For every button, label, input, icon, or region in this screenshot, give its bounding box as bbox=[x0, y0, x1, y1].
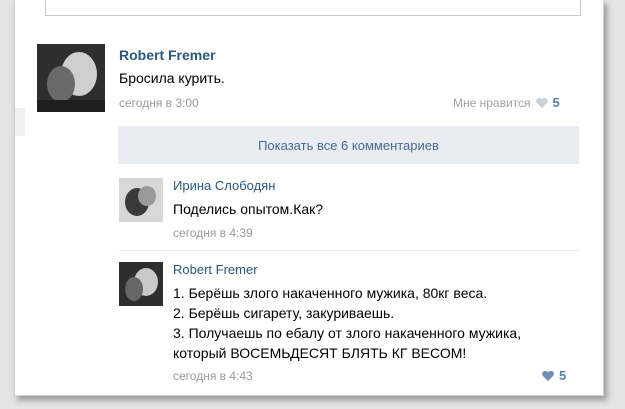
post-card: Robert Fremer Бросила курить. сегодня в … bbox=[14, 0, 604, 396]
show-all-comments-button[interactable]: Показать все 6 комментариев bbox=[118, 126, 579, 164]
comment-like-button[interactable]: 5 bbox=[541, 368, 566, 383]
left-rail bbox=[15, 108, 25, 136]
like-count: 5 bbox=[559, 368, 567, 383]
avatar-photo-icon bbox=[119, 262, 163, 306]
post-text: Бросила курить. bbox=[119, 70, 225, 86]
comment-line: 2. Берёшь сигарету, закуриваешь. bbox=[173, 305, 395, 321]
post-time[interactable]: сегодня в 3:00 bbox=[119, 96, 199, 110]
comment-author-name[interactable]: Ирина Слободян bbox=[173, 178, 275, 193]
comment-time[interactable]: сегодня в 4:43 bbox=[173, 369, 253, 383]
comment-avatar[interactable] bbox=[119, 262, 163, 306]
comment-input[interactable] bbox=[45, 0, 581, 16]
avatar-photo-icon bbox=[37, 44, 105, 112]
post-author-avatar[interactable] bbox=[37, 44, 105, 112]
comment-author-name[interactable]: Robert Fremer bbox=[173, 262, 258, 277]
heart-icon bbox=[542, 370, 554, 381]
comment-text: Поделись опытом.Как? bbox=[173, 201, 324, 217]
avatar-photo-icon bbox=[119, 178, 163, 222]
like-label: Мне нравится bbox=[453, 95, 531, 110]
post-author-name[interactable]: Robert Fremer bbox=[119, 47, 215, 63]
post-like-button[interactable]: Мне нравится 5 bbox=[453, 95, 560, 110]
comment-line: который ВОСЕМЬДЕСЯТ БЛЯТЬ КГ ВЕСОМ! bbox=[173, 345, 467, 361]
comment-avatar[interactable] bbox=[119, 178, 163, 222]
comment-line: 3. Получаешь по ебалу от злого накаченно… bbox=[173, 325, 522, 341]
heart-icon bbox=[535, 97, 548, 108]
comment-time[interactable]: сегодня в 4:39 bbox=[173, 226, 253, 240]
comment-divider bbox=[119, 250, 580, 251]
like-count: 5 bbox=[552, 95, 560, 110]
comment-line: 1. Берёшь злого накаченного мужика, 80кг… bbox=[173, 285, 488, 301]
